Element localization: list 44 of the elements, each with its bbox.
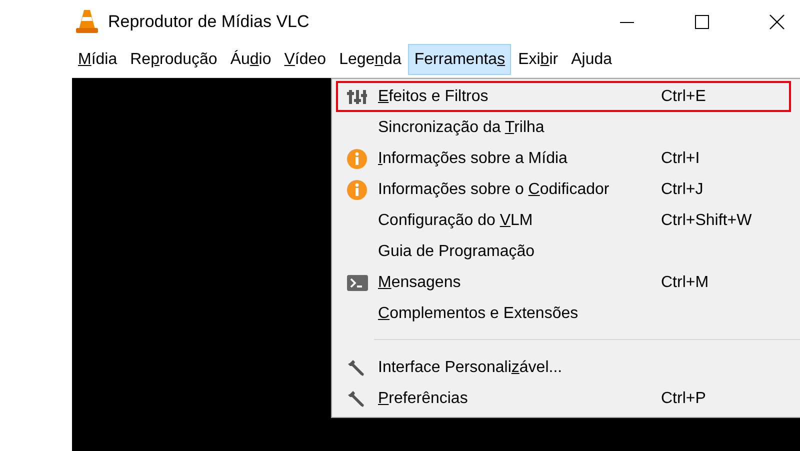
shortcut-label: Ctrl+M	[661, 274, 709, 292]
wrench-icon	[348, 358, 366, 376]
close-icon	[769, 14, 785, 30]
menu-bar-item[interactable]: Áudio	[224, 44, 278, 75]
menu-item[interactable]: Sincronização da Trilha	[336, 112, 791, 143]
window-title: Reprodutor de Mídias VLC	[108, 12, 310, 32]
shortcut-label: Ctrl+J	[661, 180, 704, 198]
menu-item[interactable]: Mensagens Ctrl+M	[336, 267, 791, 298]
menu-item-label: Interface Personalizável...	[378, 358, 564, 376]
menu-item-label: Informações sobre a Mídia	[378, 150, 568, 168]
sliders-icon	[347, 88, 367, 104]
menu-item[interactable]: Complementos e Extensões	[336, 298, 791, 329]
menu-bar-item[interactable]: Ajuda	[565, 44, 618, 75]
menu-item-label: Guia de Programação	[378, 242, 536, 260]
menu-item-label: Configuração do VLM	[378, 212, 534, 230]
menu-bar-item[interactable]: Mídia	[72, 44, 124, 75]
menu-item[interactable]: Efeitos e Filtros Ctrl+E	[336, 81, 791, 112]
shortcut-label: Ctrl+Shift+W	[661, 212, 752, 230]
menu-item[interactable]: Interface Personalizável...	[336, 352, 791, 383]
menu-item[interactable]: Informações sobre o Codificador Ctrl+J	[336, 174, 791, 205]
traffic-cone-icon	[76, 10, 98, 34]
menu-bar-item[interactable]: Legenda	[333, 44, 408, 75]
maximize-icon	[695, 15, 709, 29]
shortcut-label: Ctrl+I	[661, 150, 700, 168]
menu-item[interactable]: Guia de Programação	[336, 236, 791, 267]
menu-item[interactable]: Informações sobre a Mídia Ctrl+I	[336, 143, 791, 174]
shortcut-label: Ctrl+P	[661, 390, 706, 408]
menu-item-label: Preferências	[378, 390, 469, 408]
menu-item-label: Sincronização da Trilha	[378, 118, 546, 136]
shortcut-label: Ctrl+E	[661, 88, 706, 106]
info-icon	[347, 148, 367, 168]
menu-bar-item[interactable]: Reprodução	[124, 44, 224, 75]
info-icon	[347, 180, 367, 200]
menu-item-label: Efeitos e Filtros	[378, 88, 490, 106]
menu-bar-item[interactable]: Ferramentas	[408, 44, 512, 75]
menu-item-label: Complementos e Extensões	[378, 304, 580, 322]
menu-item[interactable]: Configuração do VLM Ctrl+Shift+W	[336, 205, 791, 236]
wrench-icon	[348, 390, 366, 408]
menu-item[interactable]: Preferências Ctrl+P	[336, 383, 791, 414]
menu-bar-item[interactable]: Vídeo	[278, 44, 332, 75]
menu-item-label: Informações sobre o Codificador	[378, 180, 610, 198]
menu-item-label: Mensagens	[378, 274, 462, 292]
menu-bar-item[interactable]: Exibir	[512, 44, 564, 75]
terminal-icon	[346, 274, 368, 290]
